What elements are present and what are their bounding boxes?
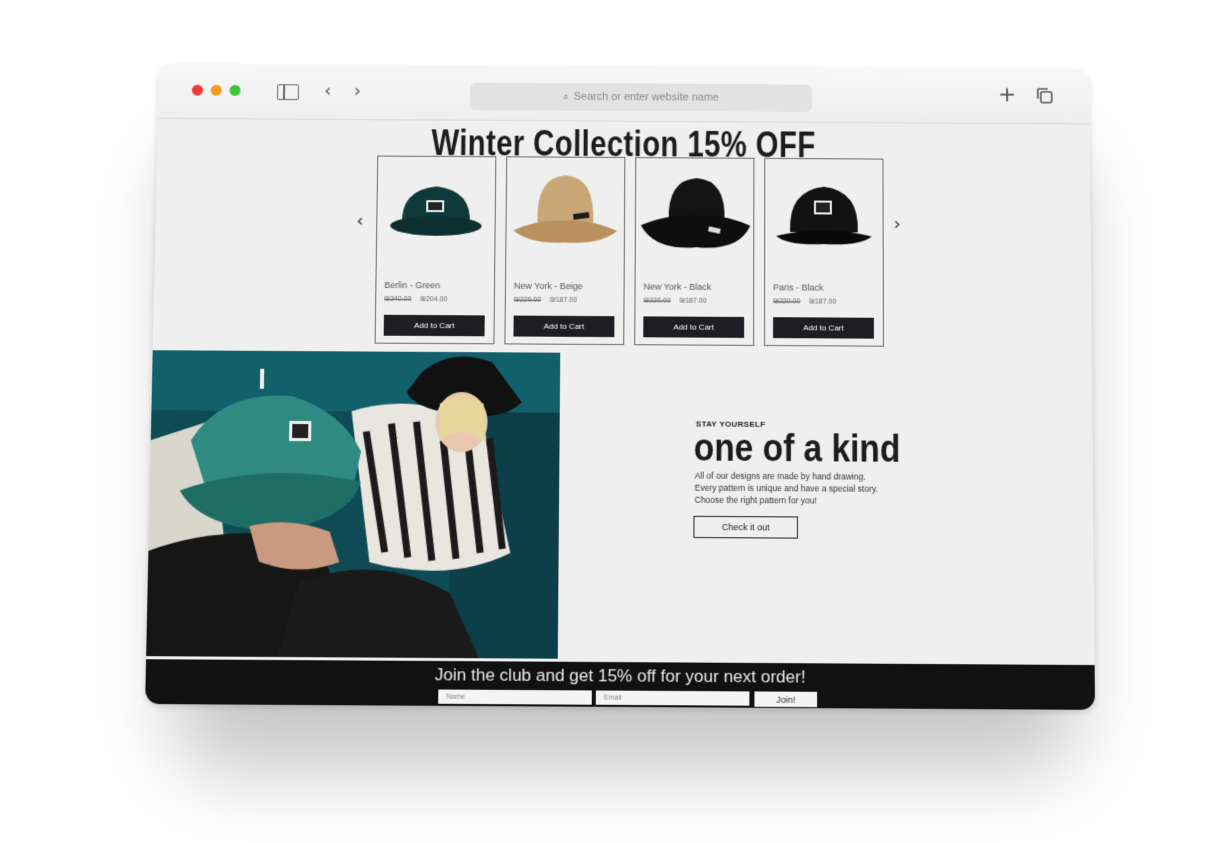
- product-card[interactable]: New York - Black ₪220.00 ₪187.00 Add to …: [634, 157, 755, 346]
- minimize-window-button[interactable]: [210, 84, 222, 96]
- add-to-cart-button[interactable]: Add to Cart: [383, 314, 485, 337]
- check-it-out-button[interactable]: Check it out: [693, 515, 798, 539]
- club-title: Join the club and get 15% off for your n…: [434, 665, 806, 687]
- name-field[interactable]: [438, 689, 592, 705]
- feature-line: Every pattern is unique and have a speci…: [694, 482, 878, 494]
- product-price: ₪187.00: [679, 297, 707, 305]
- add-to-cart-button[interactable]: Add to Cart: [643, 316, 745, 338]
- web-page: Winter Collection 15% OFF ‹ › Berlin - G…: [145, 118, 1096, 710]
- maximize-window-button[interactable]: [229, 84, 241, 96]
- product-price: ₪204.00: [420, 296, 448, 304]
- browser-toolbar: ‹ › ⌕ Search or enter website name +: [157, 64, 1090, 125]
- carousel-next-icon[interactable]: ›: [894, 214, 901, 235]
- product-card[interactable]: New York - Beige ₪220.00 ₪187.00 Add to …: [504, 156, 626, 346]
- club-signup-bar: Join the club and get 15% off for your n…: [145, 659, 1096, 710]
- product-card[interactable]: Paris - Black ₪220.00 ₪187.00 Add to Car…: [764, 157, 884, 347]
- join-button[interactable]: Join!: [754, 691, 818, 708]
- new-tab-icon[interactable]: +: [996, 83, 1018, 108]
- product-price: ₪187.00: [549, 296, 578, 305]
- product-name: New York - Black: [643, 281, 712, 292]
- product-image-berlin-green: [390, 186, 482, 237]
- address-placeholder: Search or enter website name: [573, 90, 720, 104]
- product-card[interactable]: Berlin - Green ₪240.00 ₪204.00 Add to Ca…: [374, 155, 497, 345]
- email-field[interactable]: [595, 690, 750, 706]
- address-bar[interactable]: ⌕ Search or enter website name: [470, 82, 812, 112]
- lifestyle-photo: [146, 350, 561, 659]
- browser-window: ‹ › ⌕ Search or enter website name + Win…: [145, 64, 1096, 710]
- feature-heading: one of a kind: [693, 427, 901, 471]
- search-icon: ⌕: [563, 91, 569, 103]
- add-to-cart-button[interactable]: Add to Cart: [513, 315, 615, 338]
- feature-line: All of our designs are made by hand draw…: [694, 470, 866, 482]
- back-icon[interactable]: ‹: [317, 81, 339, 102]
- product-old-price: ₪220.00: [643, 297, 671, 305]
- screenshot-stage: ‹ › ⌕ Search or enter website name + Win…: [0, 0, 1208, 843]
- product-old-price: ₪220.00: [513, 296, 542, 304]
- product-image-paris-black: [776, 186, 872, 245]
- tab-overview-icon[interactable]: [1034, 86, 1056, 106]
- product-image-new-york-black: [640, 177, 751, 249]
- product-image-new-york-beige: [513, 175, 618, 244]
- product-name: New York - Beige: [513, 280, 583, 292]
- product-name: Berlin - Green: [384, 280, 441, 291]
- close-window-button[interactable]: [191, 84, 203, 96]
- forward-icon[interactable]: ›: [346, 81, 368, 102]
- product-name: Paris - Black: [773, 282, 824, 293]
- product-old-price: ₪220.00: [773, 298, 801, 306]
- product-old-price: ₪240.00: [384, 295, 412, 304]
- feature-line: Choose the right pattern for you!: [694, 494, 817, 506]
- add-to-cart-button[interactable]: Add to Cart: [773, 317, 874, 339]
- carousel-prev-icon[interactable]: ‹: [356, 211, 363, 232]
- product-price: ₪187.00: [809, 298, 837, 306]
- sidebar-toggle-icon[interactable]: [276, 84, 300, 101]
